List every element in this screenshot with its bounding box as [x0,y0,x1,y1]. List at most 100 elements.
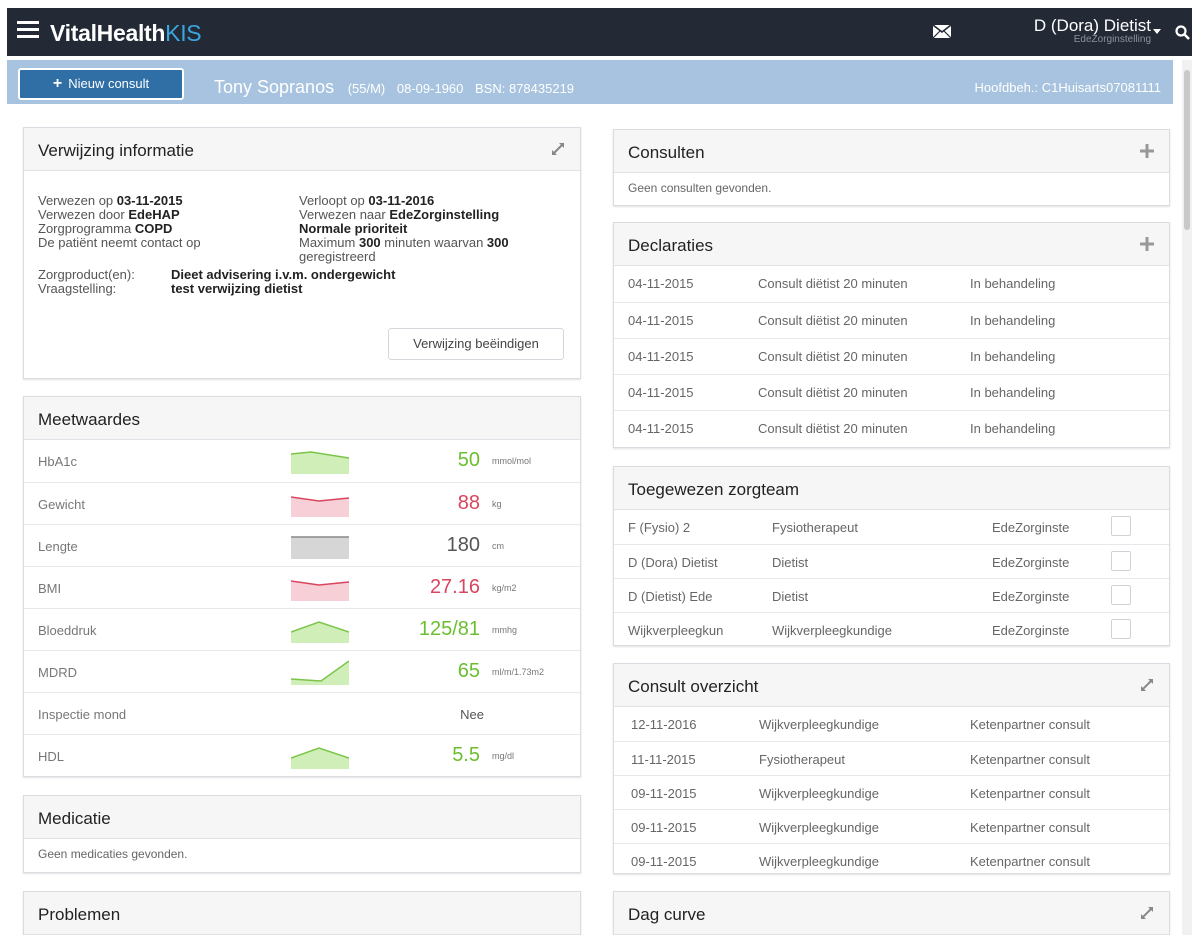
trend-sparkline [291,660,349,685]
measurement-label: HbA1c [38,454,78,469]
team-member-row[interactable]: D (Dora) Dietist Dietist EdeZorginste [614,544,1169,578]
claim-date: 04-11-2015 [628,276,694,291]
claim-status: In behandeling [970,421,1056,436]
add-icon[interactable] [1139,143,1155,159]
empty-message: Geen consulten gevonden. [628,181,772,195]
claim-row[interactable]: 04-11-2015 Consult diëtist 20 minuten In b… [614,302,1169,338]
chevron-down-icon[interactable] [1153,29,1161,34]
trend-sparkline [291,536,349,559]
referred-by-value: EdeHAP [128,207,180,222]
consult-overview-row[interactable]: 12-11-2016 Wijkverpleegkundige Ketenpartne… [614,707,1169,741]
consultations-panel: Consulten Geen consulten gevonden. [613,129,1170,206]
measurement-row[interactable]: Lengte 180 cm [24,524,580,566]
medication-panel: Medicatie Geen medicaties gevonden. [23,795,581,873]
end-referral-button[interactable]: Verwijzing beëindigen [388,328,564,360]
panel-header: Dag curve [614,892,1169,935]
member-checkbox[interactable] [1111,619,1131,639]
brand-main: VitalHealth [50,20,166,46]
care-program-label: Zorgprogramma [38,221,132,236]
claim-status: In behandeling [970,276,1056,291]
team-member-row[interactable]: Wijkverpleegkun Wijkverpleegkundige EdeZor… [614,612,1169,646]
measurement-label: Bloeddruk [38,623,97,638]
consult-date: 09-11-2015 [631,854,697,869]
panel-title: Consulten [628,143,705,162]
problems-panel: Problemen [23,891,581,935]
consult-type: Ketenpartner consult [970,786,1090,801]
claim-date: 04-11-2015 [628,385,694,400]
measurement-row[interactable]: Gewicht 88 kg [24,482,580,524]
panel-title: Declaraties [628,236,714,255]
consult-date: 11-11-2015 [631,752,696,767]
member-name: F (Fysio) 2 [628,520,691,535]
measurement-label: Gewicht [38,497,85,512]
add-icon[interactable] [1139,236,1155,252]
measurement-value: 65 [457,660,480,682]
new-consult-button[interactable]: + Nieuw consult [18,68,184,100]
measurement-label: Lengte [38,539,78,554]
measurement-row[interactable]: Inspectie mond Nee [24,692,580,734]
panel-title: Dag curve [628,905,706,924]
referred-to-label: Verwezen naar [299,207,386,222]
empty-message: Geen medicaties gevonden. [38,847,188,861]
question-value: test verwijzing dietist [171,281,303,296]
member-name: D (Dietist) Ede [628,589,713,604]
user-menu[interactable]: D (Dora) Dietist EdeZorginstelling [1001,16,1151,45]
member-checkbox[interactable] [1111,516,1131,536]
expand-icon[interactable] [1139,905,1155,921]
claim-row[interactable]: 04-11-2015 Consult diëtist 20 minuten In b… [614,266,1169,302]
new-consult-label: Nieuw consult [68,76,150,91]
consult-overview-row[interactable]: 11-11-2015 Fysiotherapeut Ketenpartner con… [614,741,1169,775]
measurement-row[interactable]: HDL 5.5 mg/dl [24,734,580,776]
search-icon[interactable] [1175,25,1190,40]
team-member-row[interactable]: D (Dietist) Ede Dietist EdeZorginste [614,578,1169,612]
care-program-value: COPD [134,221,173,236]
measurement-row[interactable]: HbA1c 50 mmol/mol [24,440,580,482]
measurement-value: Nee [460,707,484,722]
panel-title: Toegewezen zorgteam [628,480,800,499]
expires-on-value: 03-11-2016 [368,193,435,208]
user-name: D (Dora) Dietist [1033,16,1151,35]
maximum-registered-value: 300 [486,235,509,250]
expand-icon[interactable] [1139,677,1155,693]
measurement-label: BMI [38,581,62,596]
measurement-row[interactable]: MDRD 65 ml/m/1.73m2 [24,650,580,692]
expand-icon[interactable] [550,141,566,157]
app-logo[interactable]: VitalHealthKIS [50,20,202,47]
consult-overview-row[interactable]: 09-11-2015 Wijkverpleegkundige Ketenpartne… [614,809,1169,843]
trend-sparkline [291,496,349,517]
claim-row[interactable]: 04-11-2015 Consult diëtist 20 minuten In b… [614,374,1169,410]
measurement-unit: kg [492,499,502,509]
measurement-unit: mmhg [492,625,518,635]
claim-date: 04-11-2015 [628,421,694,436]
measurements-panel: Meetwaardes HbA1c 50 mmol/mol Gewicht 88 kg Le… [23,396,581,777]
claim-description: Consult diëtist 20 minuten [758,276,908,291]
consult-overview-row[interactable]: 09-11-2015 Wijkverpleegkundige Ketenpartne… [614,843,1169,877]
maximum-value: 300 [358,235,381,250]
care-product-label: Zorgproduct(en): [38,267,135,282]
patient-info: Tony Sopranos (55/M) 08-09-1960 BSN: 878… [214,77,574,98]
trend-sparkline [291,451,349,474]
measurement-row[interactable]: BMI 27.16 kg/m2 [24,566,580,608]
member-name: Wijkverpleegkun [628,623,724,638]
measurement-row[interactable]: Bloeddruk 125/81 mmhg [24,608,580,650]
measurement-unit: kg/m2 [492,583,517,593]
consult-role: Wijkverpleegkundige [759,717,879,732]
patient-name: Tony Sopranos [214,77,335,97]
team-member-row[interactable]: F (Fysio) 2 Fysiotherapeut EdeZorginste [614,510,1169,544]
claim-row[interactable]: 04-11-2015 Consult diëtist 20 minuten In b… [614,338,1169,374]
consult-role: Fysiotherapeut [759,752,845,767]
menu-icon[interactable] [17,21,39,41]
panel-header: Meetwaardes [24,397,580,440]
mail-icon[interactable] [933,25,951,38]
member-checkbox[interactable] [1111,585,1131,605]
scrollbar-thumb[interactable] [1184,70,1190,230]
contact-note: De patiënt neemt contact op [38,235,201,250]
question-label: Vraagstelling: [38,281,117,296]
consult-role: Wijkverpleegkundige [759,820,879,835]
claim-row[interactable]: 04-11-2015 Consult diëtist 20 minuten In b… [614,410,1169,446]
priority: Normale prioriteit [299,221,408,236]
consult-overview-row[interactable]: 09-11-2015 Wijkverpleegkundige Ketenpartne… [614,775,1169,809]
maximum-mid: minuten waarvan [384,235,484,250]
panel-title: Meetwaardes [38,410,141,429]
member-checkbox[interactable] [1111,551,1131,571]
